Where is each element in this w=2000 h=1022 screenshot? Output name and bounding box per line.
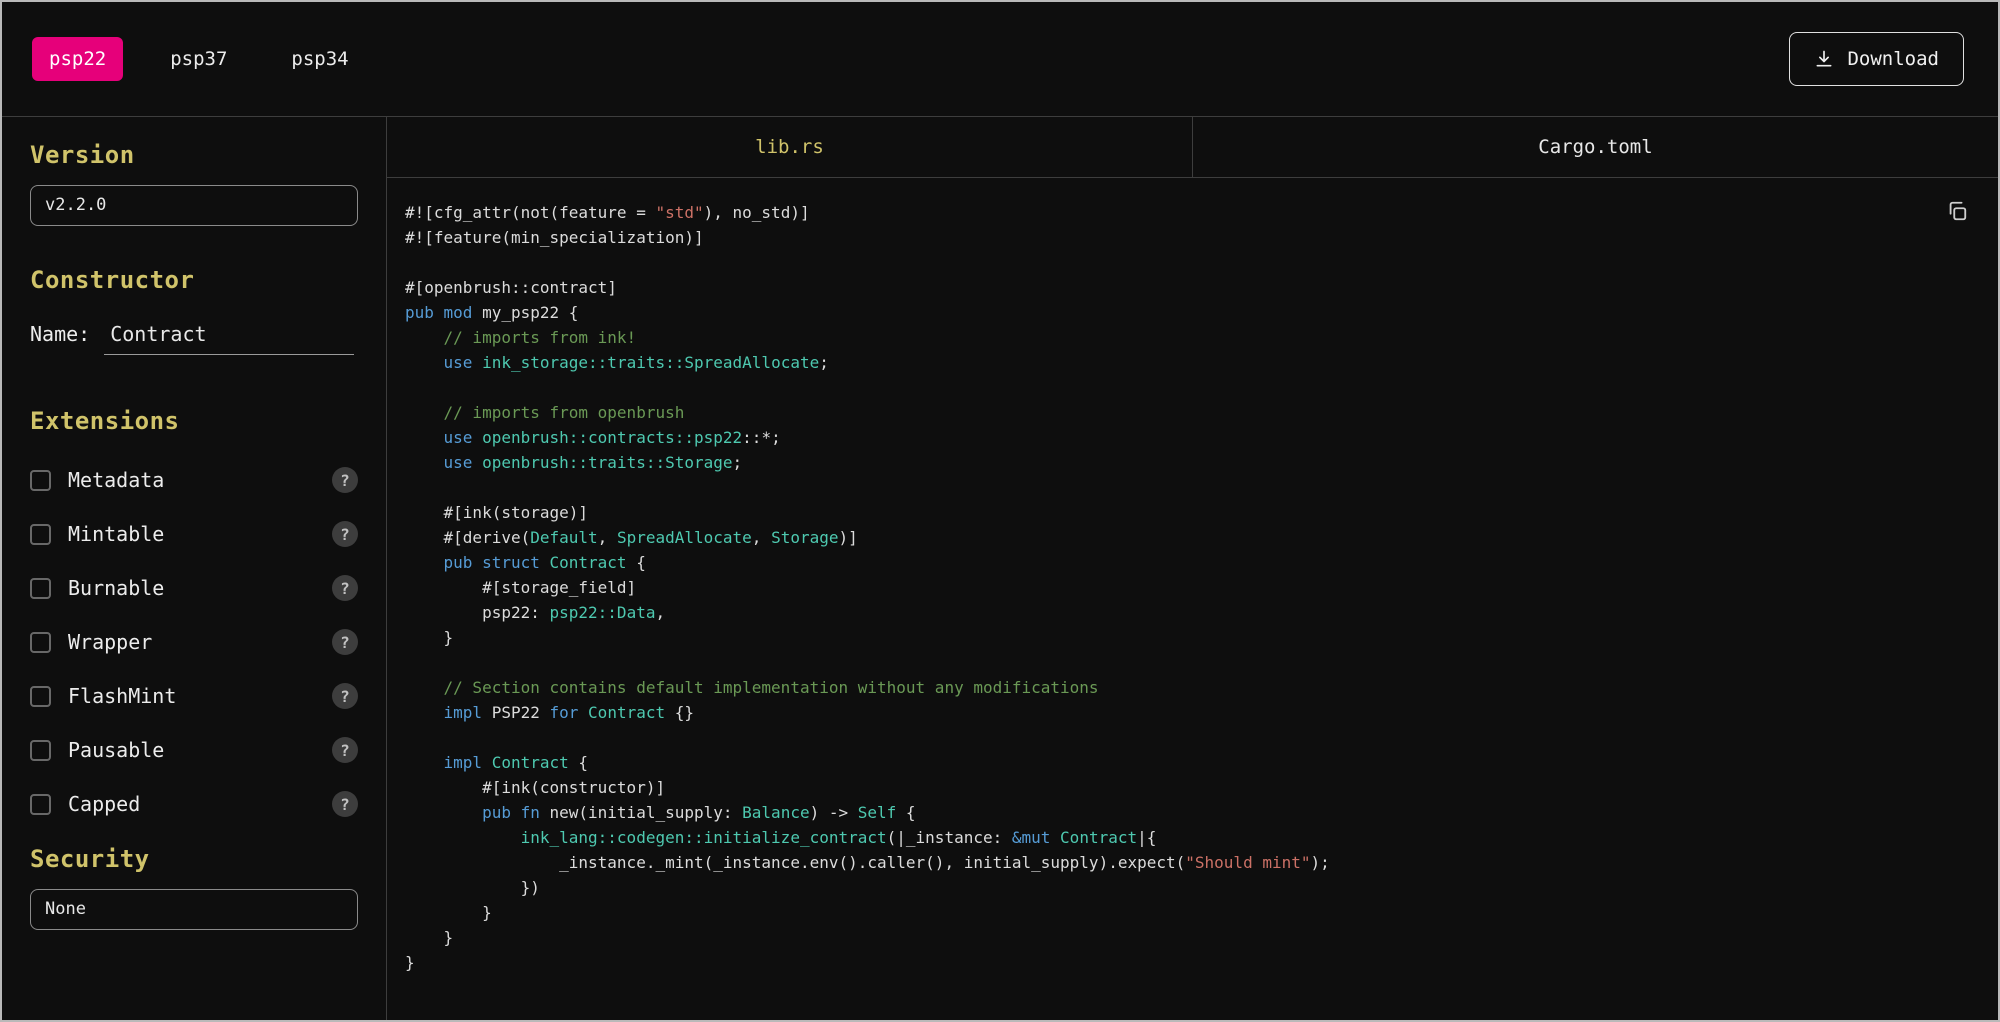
code-panel: #![cfg_attr(not(feature = "std"), no_std… bbox=[387, 178, 1998, 1020]
help-icon[interactable]: ? bbox=[332, 575, 358, 601]
extension-row-pausable: Pausable ? bbox=[30, 737, 358, 763]
version-heading: Version bbox=[30, 141, 358, 169]
help-icon[interactable]: ? bbox=[332, 737, 358, 763]
wrapper-checkbox[interactable] bbox=[30, 632, 51, 653]
extension-row-flashmint: FlashMint ? bbox=[30, 683, 358, 709]
help-icon[interactable]: ? bbox=[332, 467, 358, 493]
extension-row-burnable: Burnable ? bbox=[30, 575, 358, 601]
copy-icon bbox=[1946, 210, 1968, 225]
download-icon bbox=[1814, 49, 1834, 69]
app-header: psp22 psp37 psp34 Download bbox=[2, 2, 1998, 117]
copy-button[interactable] bbox=[1942, 196, 1972, 229]
extension-label: Wrapper bbox=[68, 630, 152, 654]
tab-librs[interactable]: lib.rs bbox=[387, 117, 1192, 177]
tab-psp37[interactable]: psp37 bbox=[153, 37, 244, 81]
protocol-tabs: psp22 psp37 psp34 bbox=[32, 37, 366, 81]
constructor-name-row: Name: bbox=[30, 320, 358, 355]
editor-tabs: lib.rs Cargo.toml bbox=[387, 117, 1998, 178]
content: Version v2.2.0 Constructor Name: Extensi… bbox=[2, 117, 1998, 1020]
help-icon[interactable]: ? bbox=[332, 791, 358, 817]
extensions-heading: Extensions bbox=[30, 407, 358, 435]
pausable-checkbox[interactable] bbox=[30, 740, 51, 761]
capped-checkbox[interactable] bbox=[30, 794, 51, 815]
tab-cargotoml[interactable]: Cargo.toml bbox=[1192, 117, 1998, 177]
editor: lib.rs Cargo.toml #![cfg_attr(not(featur… bbox=[387, 117, 1998, 1020]
version-select[interactable]: v2.2.0 bbox=[30, 185, 358, 226]
extension-label: Metadata bbox=[68, 468, 164, 492]
flashmint-checkbox[interactable] bbox=[30, 686, 51, 707]
name-input[interactable] bbox=[104, 320, 354, 355]
metadata-checkbox[interactable] bbox=[30, 470, 51, 491]
extension-row-capped: Capped ? bbox=[30, 791, 358, 817]
extension-label: Mintable bbox=[68, 522, 164, 546]
name-label: Name: bbox=[30, 322, 90, 346]
mintable-checkbox[interactable] bbox=[30, 524, 51, 545]
help-icon[interactable]: ? bbox=[332, 629, 358, 655]
burnable-checkbox[interactable] bbox=[30, 578, 51, 599]
security-heading: Security bbox=[30, 845, 358, 873]
help-icon[interactable]: ? bbox=[332, 521, 358, 547]
download-button[interactable]: Download bbox=[1789, 32, 1964, 86]
extension-row-metadata: Metadata ? bbox=[30, 467, 358, 493]
tab-psp34[interactable]: psp34 bbox=[274, 37, 365, 81]
extension-row-wrapper: Wrapper ? bbox=[30, 629, 358, 655]
extension-label: Pausable bbox=[68, 738, 164, 762]
extension-row-mintable: Mintable ? bbox=[30, 521, 358, 547]
sidebar: Version v2.2.0 Constructor Name: Extensi… bbox=[2, 117, 387, 1020]
page-root: psp22 psp37 psp34 Download Version v2.2.… bbox=[0, 0, 2000, 1022]
extension-label: FlashMint bbox=[68, 684, 176, 708]
download-label: Download bbox=[1847, 48, 1939, 70]
tab-psp22[interactable]: psp22 bbox=[32, 37, 123, 81]
constructor-heading: Constructor bbox=[30, 266, 358, 294]
security-select[interactable]: None bbox=[30, 889, 358, 930]
code-block: #![cfg_attr(not(feature = "std"), no_std… bbox=[405, 200, 1938, 975]
extension-label: Burnable bbox=[68, 576, 164, 600]
extension-label: Capped bbox=[68, 792, 140, 816]
help-icon[interactable]: ? bbox=[332, 683, 358, 709]
